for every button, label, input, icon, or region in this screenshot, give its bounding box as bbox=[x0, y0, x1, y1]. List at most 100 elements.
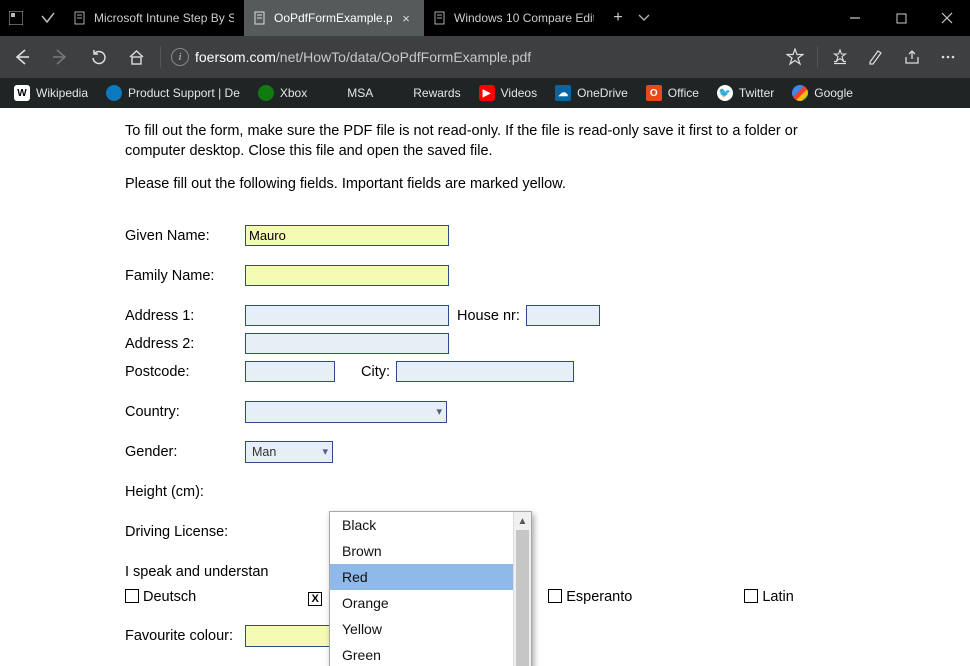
set-aside-tabs-icon[interactable] bbox=[0, 0, 32, 36]
colour-option-orange[interactable]: Orange bbox=[330, 590, 513, 616]
close-icon[interactable]: × bbox=[398, 11, 414, 26]
colour-option-black[interactable]: Black bbox=[330, 512, 513, 538]
house-nr-field[interactable] bbox=[526, 305, 600, 326]
colour-option-red[interactable]: Red bbox=[330, 564, 513, 590]
scroll-track[interactable] bbox=[514, 530, 531, 666]
country-dropdown[interactable]: ▾ bbox=[245, 401, 447, 423]
bookmark-office[interactable]: O Office bbox=[638, 78, 707, 108]
checkbox-icon[interactable] bbox=[125, 589, 139, 603]
label-country: Country: bbox=[125, 404, 245, 420]
refresh-button[interactable] bbox=[80, 39, 116, 75]
go-icon bbox=[792, 85, 808, 101]
tab-strip: Microsoft Intune Step By Ste OoPdfFormEx… bbox=[64, 0, 832, 36]
label-driving-license: Driving License: bbox=[125, 524, 245, 540]
dell-icon bbox=[106, 85, 122, 101]
new-tab-button[interactable]: + bbox=[604, 0, 632, 36]
family-name-field[interactable] bbox=[245, 265, 449, 286]
gender-value: Man bbox=[252, 445, 276, 459]
yt-icon: ▶ bbox=[479, 85, 495, 101]
gender-dropdown[interactable]: Man ▾ bbox=[245, 441, 333, 463]
tab-title: OoPdfFormExample.pdf bbox=[274, 11, 392, 25]
od-icon: ☁ bbox=[555, 85, 571, 101]
checkbox-icon[interactable]: X bbox=[308, 592, 322, 606]
intro-text-2: Please fill out the following fields. Im… bbox=[125, 175, 845, 195]
bookmark-label: Product Support | De bbox=[128, 86, 240, 100]
favorite-star-icon[interactable] bbox=[777, 39, 813, 75]
tab-title: Microsoft Intune Step By Ste bbox=[94, 11, 234, 25]
bookmark-rewards[interactable]: Rewards bbox=[383, 78, 468, 108]
language-label: Deutsch bbox=[143, 589, 196, 605]
label-gender: Gender: bbox=[125, 444, 245, 460]
url-text: foersom.com/net/HowTo/data/OoPdfFormExam… bbox=[195, 49, 531, 65]
bookmark-wikipedia[interactable]: WWikipedia bbox=[6, 78, 96, 108]
maximize-button[interactable] bbox=[878, 0, 924, 36]
bookmark-xbox[interactable]: Xbox bbox=[250, 78, 315, 108]
more-icon[interactable] bbox=[930, 39, 966, 75]
chevron-down-icon: ▾ bbox=[436, 405, 442, 418]
bookmark-label: Xbox bbox=[280, 86, 307, 100]
bookmark-label: MSA bbox=[347, 86, 373, 100]
colour-dropdown-list[interactable]: BlackBrownRedOrangeYellowGreenBlueViolet… bbox=[329, 511, 532, 666]
of-icon: O bbox=[646, 85, 662, 101]
language-option[interactable]: X bbox=[308, 588, 326, 604]
msa-icon bbox=[325, 85, 341, 101]
colour-option-green[interactable]: Green bbox=[330, 642, 513, 666]
msa-icon bbox=[391, 85, 407, 101]
postcode-field[interactable] bbox=[245, 361, 335, 382]
title-bar: Microsoft Intune Step By Ste OoPdfFormEx… bbox=[0, 0, 970, 36]
share-icon[interactable] bbox=[894, 39, 930, 75]
tab-overflow-icon[interactable] bbox=[632, 0, 656, 36]
bookmark-videos[interactable]: ▶ Videos bbox=[471, 78, 545, 108]
bookmark-google[interactable]: Google bbox=[784, 78, 861, 108]
colour-option-brown[interactable]: Brown bbox=[330, 538, 513, 564]
given-name-field[interactable] bbox=[245, 225, 449, 246]
bookmark-twitter[interactable]: 🐦Twitter bbox=[709, 78, 782, 108]
scroll-thumb[interactable] bbox=[516, 530, 529, 666]
dropdown-scrollbar[interactable]: ▲ ▼ bbox=[513, 512, 531, 666]
wiki-icon: W bbox=[14, 85, 30, 101]
bookmark-msa[interactable]: MSA bbox=[317, 78, 381, 108]
bookmark-label: Twitter bbox=[739, 86, 774, 100]
favorites-list-icon[interactable] bbox=[822, 39, 858, 75]
checkbox-icon[interactable] bbox=[548, 589, 562, 603]
home-button[interactable] bbox=[118, 39, 154, 75]
bookmark-product-support-de[interactable]: Product Support | De bbox=[98, 78, 248, 108]
address1-field[interactable] bbox=[245, 305, 449, 326]
content-area[interactable]: To fill out the form, make sure the PDF … bbox=[0, 108, 970, 666]
languages-prefix: I speak and understan bbox=[125, 564, 269, 580]
bookmark-label: Office bbox=[668, 86, 699, 100]
nav-bar: i foersom.com/net/HowTo/data/OoPdfFormEx… bbox=[0, 36, 970, 78]
label-city: City: bbox=[361, 364, 390, 380]
site-info-icon[interactable]: i bbox=[171, 48, 189, 66]
bookmark-label: OneDrive bbox=[577, 86, 628, 100]
address2-field[interactable] bbox=[245, 333, 449, 354]
language-option[interactable]: Deutsch bbox=[125, 587, 196, 605]
chevron-down-icon: ▾ bbox=[322, 445, 328, 458]
colour-option-yellow[interactable]: Yellow bbox=[330, 616, 513, 642]
label-fav-colour: Favourite colour: bbox=[125, 628, 245, 644]
label-postcode: Postcode: bbox=[125, 364, 245, 380]
city-field[interactable] bbox=[396, 361, 574, 382]
page-icon bbox=[252, 10, 268, 26]
show-tab-previews-icon[interactable] bbox=[32, 0, 64, 36]
language-option[interactable]: Esperanto bbox=[548, 587, 632, 605]
label-house-nr: House nr: bbox=[457, 308, 520, 324]
close-button[interactable] bbox=[924, 0, 970, 36]
tab-0[interactable]: Microsoft Intune Step By Ste bbox=[64, 0, 244, 36]
scroll-up-icon[interactable]: ▲ bbox=[514, 512, 531, 530]
forward-button[interactable] bbox=[42, 39, 78, 75]
tab-title: Windows 10 Compare Editio bbox=[454, 11, 594, 25]
tab-1[interactable]: OoPdfFormExample.pdf × bbox=[244, 0, 424, 36]
page-icon bbox=[432, 10, 448, 26]
bookmark-onedrive[interactable]: ☁ OneDrive bbox=[547, 78, 636, 108]
address-bar[interactable]: i foersom.com/net/HowTo/data/OoPdfFormEx… bbox=[167, 48, 775, 66]
page-icon bbox=[72, 10, 88, 26]
bookmark-label: Videos bbox=[501, 86, 537, 100]
back-button[interactable] bbox=[4, 39, 40, 75]
minimize-button[interactable] bbox=[832, 0, 878, 36]
checkbox-icon[interactable] bbox=[744, 589, 758, 603]
language-option[interactable]: Latin bbox=[744, 587, 793, 605]
notes-icon[interactable] bbox=[858, 39, 894, 75]
tab-2[interactable]: Windows 10 Compare Editio bbox=[424, 0, 604, 36]
label-address2: Address 2: bbox=[125, 336, 245, 352]
